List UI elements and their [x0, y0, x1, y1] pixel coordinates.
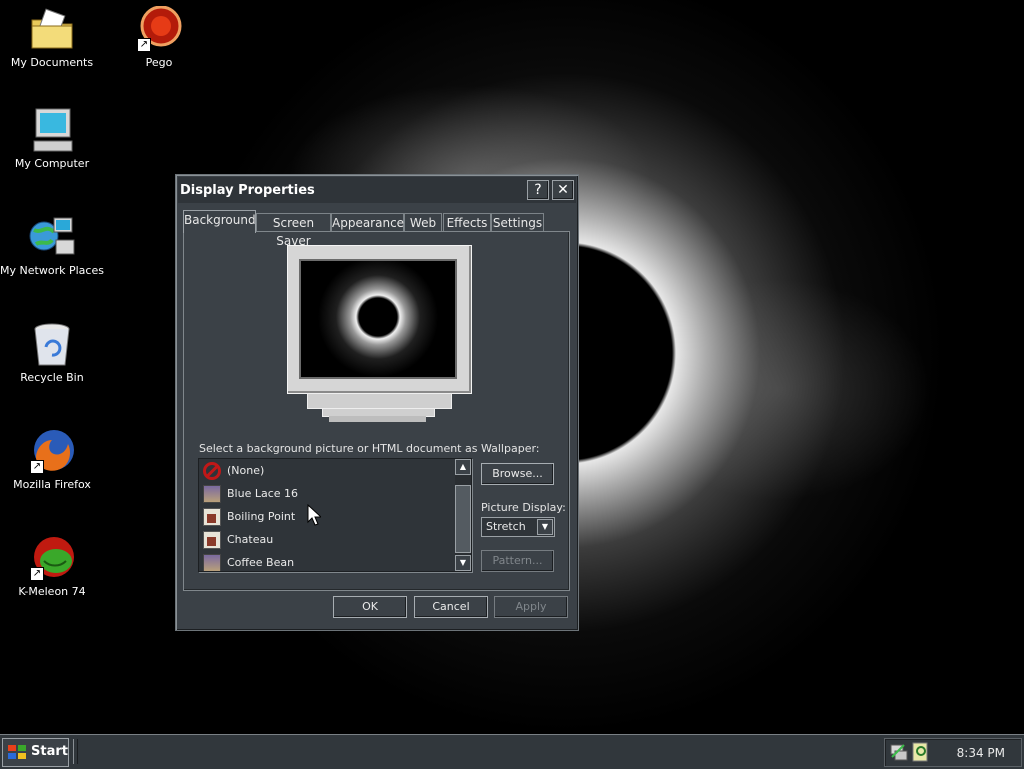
scroll-thumb[interactable]: [455, 485, 471, 553]
desktop-icon-label: My Documents: [10, 56, 94, 69]
picture-display-select[interactable]: Stretch ▼: [481, 517, 555, 537]
list-item-label: Boiling Point: [227, 510, 296, 523]
computer-icon: [28, 107, 76, 155]
browse-button[interactable]: Browse...: [481, 463, 554, 485]
picture-icon: [203, 531, 221, 549]
shortcut-arrow-icon: ↗: [137, 38, 151, 52]
pego-icon: ↗: [135, 5, 183, 54]
wallpaper-list[interactable]: (None) Blue Lace 16 Boiling Point Chatea…: [198, 458, 472, 572]
taskbar: Start 8:34 PM: [0, 734, 1024, 769]
recycle-bin-icon: [28, 321, 76, 369]
shortcut-arrow-icon: ↗: [30, 460, 44, 474]
desktop-icon-label: K-Meleon 74: [18, 585, 86, 598]
firefox-icon: ↗: [28, 428, 76, 476]
windows-logo-icon: [8, 745, 26, 759]
system-tray: 8:34 PM: [884, 738, 1022, 767]
picture-display-label: Picture Display:: [481, 501, 566, 514]
monitor-stand: [329, 416, 426, 422]
list-item[interactable]: (None): [203, 460, 453, 482]
desktop-icon-my-documents[interactable]: My Documents: [0, 6, 104, 69]
start-label: Start: [31, 744, 68, 759]
tab-screen-saver[interactable]: Screen Saver: [256, 213, 331, 248]
desktop-icon-recycle-bin[interactable]: Recycle Bin: [0, 321, 104, 384]
tab-web[interactable]: Web: [404, 213, 442, 232]
picture-display-value: Stretch: [486, 520, 526, 533]
wallpaper-prompt: Select a background picture or HTML docu…: [199, 442, 540, 455]
chevron-down-icon[interactable]: ▼: [537, 519, 553, 535]
desktop-icon-label: My Network Places: [0, 264, 104, 277]
list-item-label: Blue Lace 16: [227, 487, 299, 500]
cancel-button[interactable]: Cancel: [414, 596, 488, 618]
network-icon: [28, 214, 76, 262]
tab-appearance[interactable]: Appearance: [331, 213, 404, 232]
desktop-icon-kmeleon[interactable]: ↗ K-Meleon 74: [0, 535, 104, 598]
list-item[interactable]: Chateau: [203, 529, 453, 551]
desktop-icon-my-computer[interactable]: My Computer: [0, 107, 104, 170]
desktop-icon-label: Mozilla Firefox: [13, 478, 91, 491]
monitor-preview: [287, 245, 472, 394]
title-bar[interactable]: Display Properties ? ✕: [178, 177, 576, 203]
desktop-icon-label: Pego: [145, 56, 173, 69]
list-scrollbar[interactable]: ▲ ▼: [455, 459, 471, 571]
window-title: Display Properties: [180, 183, 315, 198]
list-item-label: Coffee Bean: [227, 556, 295, 569]
desktop-icon-label: My Computer: [14, 157, 90, 170]
folder-icon: [28, 6, 76, 54]
tab-strip: Background Screen Saver Appearance Web E…: [183, 210, 573, 248]
scroll-up-icon[interactable]: ▲: [455, 459, 471, 475]
desktop-icon-label: Recycle Bin: [20, 371, 84, 384]
desktop-icon-mozilla-firefox[interactable]: ↗ Mozilla Firefox: [0, 428, 104, 491]
help-button[interactable]: ?: [527, 180, 549, 200]
list-item-label: (None): [227, 464, 265, 477]
taskbar-separator: [73, 739, 78, 764]
list-item[interactable]: Boiling Point: [203, 506, 453, 528]
tab-effects[interactable]: Effects: [443, 213, 491, 232]
clock[interactable]: 8:34 PM: [957, 746, 1005, 760]
close-button[interactable]: ✕: [552, 180, 574, 200]
picture-icon: [203, 508, 221, 526]
tab-settings[interactable]: Settings: [491, 213, 544, 232]
network-tray-icon[interactable]: [889, 743, 909, 761]
desktop: My Documents ↗ Pego My Computer My Netwo…: [0, 0, 1024, 734]
monitor-base: [307, 393, 452, 409]
list-item[interactable]: Blue Lace 16: [203, 483, 453, 505]
scroll-down-icon[interactable]: ▼: [455, 555, 471, 571]
kmeleon-icon: ↗: [28, 535, 76, 583]
shortcut-arrow-icon: ↗: [30, 567, 44, 581]
display-properties-window: Display Properties ? ✕ Background Screen…: [175, 174, 579, 631]
none-icon: [203, 462, 221, 480]
desktop-icon-my-network-places[interactable]: My Network Places: [0, 214, 104, 277]
magnifier-tray-icon[interactable]: [911, 742, 931, 762]
paint-icon: [203, 485, 221, 503]
background-tab-panel: Select a background picture or HTML docu…: [183, 231, 570, 591]
list-item-label: Chateau: [227, 533, 274, 546]
list-item[interactable]: Coffee Bean: [203, 552, 453, 571]
desktop-icon-pego[interactable]: ↗ Pego: [107, 5, 211, 69]
pattern-button[interactable]: Pattern...: [481, 550, 554, 572]
ok-button[interactable]: OK: [333, 596, 407, 618]
tab-background[interactable]: Background: [183, 210, 256, 233]
wallpaper-preview: [299, 259, 457, 379]
start-button[interactable]: Start: [2, 738, 69, 767]
paint-icon: [203, 554, 221, 571]
apply-button[interactable]: Apply: [494, 596, 568, 618]
